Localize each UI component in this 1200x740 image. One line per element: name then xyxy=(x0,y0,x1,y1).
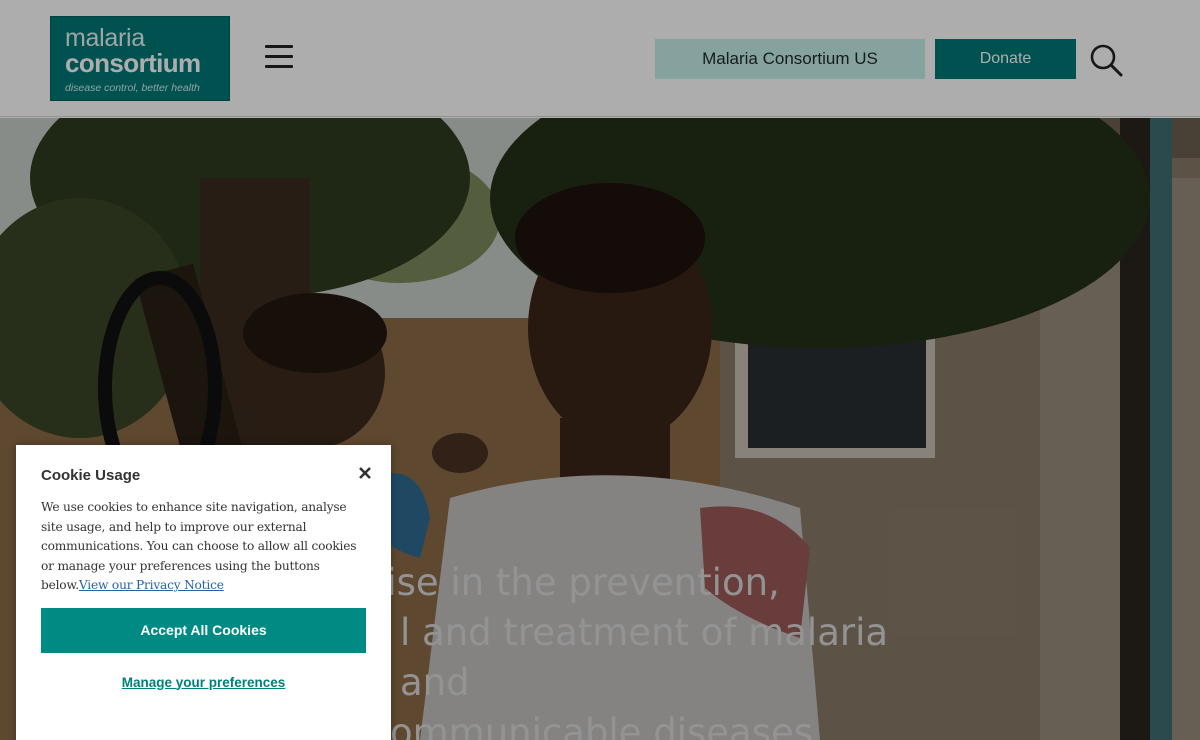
close-icon[interactable] xyxy=(357,465,373,481)
privacy-notice-link[interactable]: View our Privacy Notice xyxy=(79,578,224,592)
manage-preferences-link[interactable]: Manage your preferences xyxy=(41,675,366,690)
cookie-title: Cookie Usage xyxy=(41,467,141,484)
cookie-consent-dialog: Cookie Usage We use cookies to enhance s… xyxy=(16,445,391,740)
cookie-description: We use cookies to enhance site navigatio… xyxy=(41,498,366,596)
accept-all-cookies-button[interactable]: Accept All Cookies xyxy=(41,607,366,653)
